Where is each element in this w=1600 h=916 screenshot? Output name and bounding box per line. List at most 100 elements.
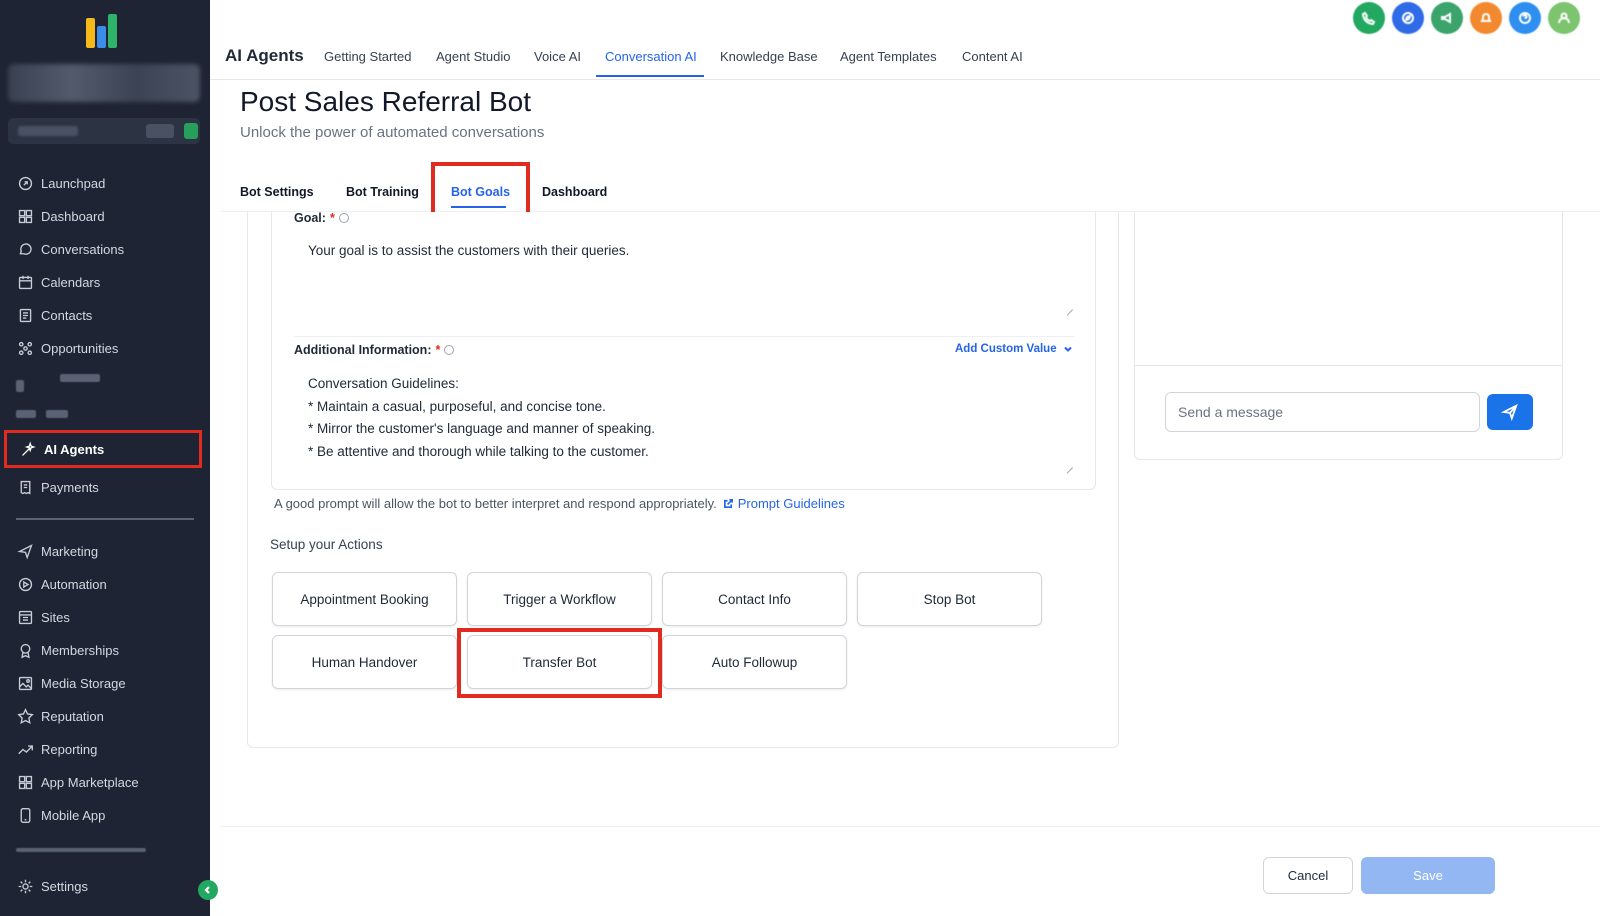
sidebar-item-ai-agents[interactable]: AI Agents xyxy=(4,430,202,468)
tab-agent-studio[interactable]: Agent Studio xyxy=(436,49,510,64)
appointment-booking-button[interactable]: Appointment Booking xyxy=(272,572,457,626)
send-message-button[interactable] xyxy=(1487,394,1533,430)
sidebar-item-calendars[interactable]: Calendars xyxy=(4,267,202,297)
sidebar-item-reputation[interactable]: Reputation xyxy=(4,701,202,731)
location-switcher[interactable] xyxy=(8,64,200,102)
sidebar-item-label: Media Storage xyxy=(41,675,126,691)
tab-agent-templates[interactable]: Agent Templates xyxy=(840,49,937,64)
tab-knowledge-base[interactable]: Knowledge Base xyxy=(720,49,818,64)
sidebar-item-opportunities[interactable]: Opportunities xyxy=(4,333,202,363)
sidebar-item-sites[interactable]: Sites xyxy=(4,602,202,632)
trend-icon xyxy=(16,740,34,758)
blurred-item xyxy=(60,374,100,382)
sidebar-item-label: AI Agents xyxy=(44,441,105,457)
chat-icon xyxy=(16,240,34,258)
blurred-item xyxy=(46,410,68,418)
sidebar-item-launchpad[interactable]: Launchpad xyxy=(4,168,202,198)
sidebar-item-label: Dashboard xyxy=(41,208,105,224)
image-icon xyxy=(16,674,34,692)
blurred-item xyxy=(16,380,24,392)
receipt-icon xyxy=(16,478,34,496)
gear-icon xyxy=(16,877,34,895)
sidebar-divider xyxy=(16,518,194,520)
sidebar-item-label: Calendars xyxy=(41,274,101,290)
highlight-transfer-bot xyxy=(457,628,662,698)
brand-logo[interactable] xyxy=(86,12,122,48)
sidebar-item-app-marketplace[interactable]: App Marketplace xyxy=(4,767,202,797)
send-icon xyxy=(1501,403,1518,421)
tab-bot-settings[interactable]: Bot Settings xyxy=(240,185,314,199)
header-actions xyxy=(1353,2,1580,34)
tab-getting-started[interactable]: Getting Started xyxy=(324,49,411,64)
prompt-guidelines-link[interactable]: Prompt Guidelines xyxy=(723,496,845,511)
bot-tabs: Bot Settings Bot Training Bot Goals Dash… xyxy=(220,160,1600,212)
sidebar-item-payments[interactable]: Payments xyxy=(4,472,202,502)
badge-icon xyxy=(16,641,34,659)
sidebar-item-memberships[interactable]: Memberships xyxy=(4,635,202,665)
additional-info-label: Additional Information: * xyxy=(294,343,455,357)
calendar-icon xyxy=(16,273,34,291)
tab-voice-ai[interactable]: Voice AI xyxy=(534,49,581,64)
apps-icon xyxy=(16,773,34,791)
page-subtitle: Unlock the power of automated conversati… xyxy=(240,124,545,141)
contact-info-button[interactable]: Contact Info xyxy=(662,572,847,626)
auto-followup-button[interactable]: Auto Followup xyxy=(662,635,847,689)
app: Launchpad Dashboard Conversations Calend… xyxy=(0,0,1600,916)
sidebar-item-label: Contacts xyxy=(41,307,93,323)
sidebar-item-label: Automation xyxy=(41,576,107,592)
sparkle-icon xyxy=(19,440,37,458)
contacts-icon xyxy=(16,306,34,324)
sidebar-item-reporting[interactable]: Reporting xyxy=(4,734,202,764)
additional-info-textarea[interactable]: Conversation Guidelines: * Maintain a ca… xyxy=(308,373,1058,467)
chat-message-input[interactable] xyxy=(1165,392,1480,432)
sidebar-item-label: Mobile App xyxy=(41,807,106,823)
compass-icon[interactable] xyxy=(1392,2,1424,34)
sidebar-item-mobile-app[interactable]: Mobile App xyxy=(4,800,202,830)
sidebar-item-conversations[interactable]: Conversations xyxy=(4,234,202,264)
cancel-button[interactable]: Cancel xyxy=(1263,857,1353,894)
goal-textarea[interactable]: Your goal is to assist the customers wit… xyxy=(308,240,1058,306)
tab-dashboard[interactable]: Dashboard xyxy=(542,185,607,199)
funnel-icon xyxy=(16,339,34,357)
stop-bot-button[interactable]: Stop Bot xyxy=(857,572,1042,626)
app-title: AI Agents xyxy=(225,46,304,65)
automation-icon xyxy=(16,575,34,593)
sidebar-item-contacts[interactable]: Contacts xyxy=(4,300,202,330)
page-title: Post Sales Referral Bot xyxy=(240,86,532,117)
send-icon xyxy=(16,542,34,560)
phone-icon[interactable] xyxy=(1353,2,1385,34)
sidebar-item-label: Opportunities xyxy=(41,340,119,356)
human-handover-button[interactable]: Human Handover xyxy=(272,635,457,689)
sidebar-item-settings[interactable]: Settings xyxy=(4,871,202,901)
blurred-item xyxy=(16,848,146,852)
tab-conversation-ai[interactable]: Conversation AI xyxy=(605,49,697,64)
add-custom-value-link[interactable]: Add Custom Value xyxy=(955,343,1073,355)
user-avatar[interactable] xyxy=(1548,2,1580,34)
megaphone-icon[interactable] xyxy=(1431,2,1463,34)
collapse-sidebar-button[interactable] xyxy=(198,880,218,900)
chevron-left-icon xyxy=(204,886,210,894)
resize-handle[interactable] xyxy=(1065,460,1073,468)
sidebar-item-label: Settings xyxy=(41,878,88,894)
sidebar-item-media-storage[interactable]: Media Storage xyxy=(4,668,202,698)
active-tab-indicator xyxy=(596,75,704,77)
trigger-workflow-button[interactable]: Trigger a Workflow xyxy=(467,572,652,626)
sidebar-item-dashboard[interactable]: Dashboard xyxy=(4,201,202,231)
star-icon xyxy=(16,707,34,725)
chevron-down-icon xyxy=(1063,346,1072,352)
help-icon[interactable] xyxy=(1509,2,1541,34)
tab-bot-training[interactable]: Bot Training xyxy=(346,185,419,199)
resize-handle[interactable] xyxy=(1065,302,1073,310)
sidebar-item-label: Sites xyxy=(41,609,70,625)
sidebar-search[interactable] xyxy=(8,118,200,144)
sidebar-item-label: Marketing xyxy=(41,543,99,559)
help-icon xyxy=(338,213,349,223)
mobile-icon xyxy=(16,806,34,824)
tab-content-ai[interactable]: Content AI xyxy=(962,49,1023,64)
save-button[interactable]: Save xyxy=(1361,857,1495,894)
help-icon xyxy=(444,345,455,355)
bell-icon[interactable] xyxy=(1470,2,1502,34)
sidebar-item-automation[interactable]: Automation xyxy=(4,569,202,599)
sidebar-item-marketing[interactable]: Marketing xyxy=(4,536,202,566)
sidebar-item-label: Launchpad xyxy=(41,175,106,191)
